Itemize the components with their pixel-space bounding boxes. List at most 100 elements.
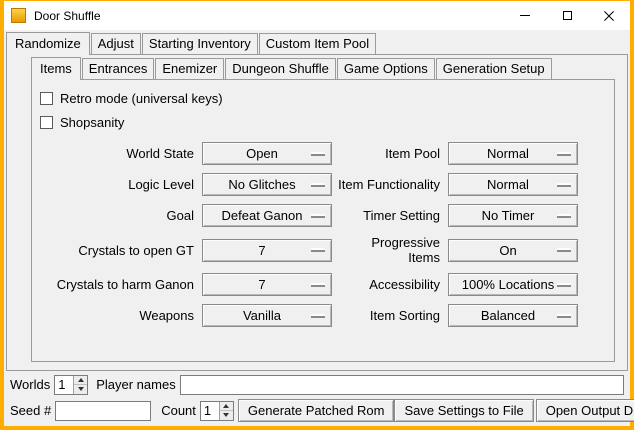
- tab-items[interactable]: Items: [31, 57, 81, 80]
- accessibility-label: Accessibility: [338, 277, 448, 292]
- optionmenu-indicator-icon: [311, 152, 325, 156]
- crystals-to-open-gt-dropdown[interactable]: 7: [202, 239, 332, 262]
- close-button[interactable]: [588, 1, 630, 30]
- window-content: Randomize Adjust Starting Inventory Cust…: [4, 30, 630, 426]
- weapons-value: Vanilla: [243, 308, 291, 323]
- minimize-button[interactable]: [504, 1, 546, 30]
- optionmenu-indicator-icon: [311, 214, 325, 218]
- timer-setting-dropdown[interactable]: No Timer: [448, 204, 578, 227]
- spin-up-button[interactable]: [220, 402, 233, 412]
- open-output-directory-button[interactable]: Open Output Directory: [536, 399, 634, 422]
- tab-custom-item-pool[interactable]: Custom Item Pool: [259, 33, 376, 54]
- progressive-items-dropdown[interactable]: On: [448, 239, 578, 262]
- crystals-to-open-gt-label: Crystals to open GT: [38, 243, 202, 258]
- seed-input[interactable]: [55, 401, 151, 421]
- close-icon: [603, 10, 615, 22]
- arrow-down-icon: [78, 387, 84, 391]
- goal-label: Goal: [38, 208, 202, 223]
- item-pool-dropdown[interactable]: Normal: [448, 142, 578, 165]
- optionmenu-indicator-icon: [557, 283, 571, 287]
- worlds-input[interactable]: [55, 376, 73, 394]
- optionmenu-indicator-icon: [557, 183, 571, 187]
- world-state-value: Open: [246, 146, 288, 161]
- item-pool-value: Normal: [487, 146, 539, 161]
- shopsanity-label: Shopsanity: [60, 115, 124, 130]
- shopsanity-checkbox-box[interactable]: [40, 116, 53, 129]
- field-row: Crystals to open GT 7 Progressive Items …: [38, 235, 608, 265]
- window: Door Shuffle Randomize Adjust Starting I…: [0, 0, 634, 430]
- bottom-bar: Worlds Player names Seed # Count: [4, 371, 630, 426]
- item-sorting-dropdown[interactable]: Balanced: [448, 304, 578, 327]
- retro-mode-checkbox-box[interactable]: [40, 92, 53, 105]
- worlds-label: Worlds: [10, 377, 50, 392]
- field-row: Weapons Vanilla Item Sorting Balanced: [38, 304, 608, 327]
- field-row: Logic Level No Glitches Item Functionali…: [38, 173, 608, 196]
- worlds-spinbox[interactable]: [54, 375, 88, 395]
- window-controls: [504, 1, 630, 30]
- generate-patched-rom-button[interactable]: Generate Patched Rom: [238, 399, 395, 422]
- tab-enemizer[interactable]: Enemizer: [155, 58, 224, 79]
- timer-setting-value: No Timer: [482, 208, 545, 223]
- save-settings-button[interactable]: Save Settings to File: [394, 399, 533, 422]
- optionmenu-indicator-icon: [557, 248, 571, 252]
- spin-down-button[interactable]: [220, 411, 233, 420]
- item-pool-label: Item Pool: [338, 146, 448, 161]
- maximize-icon: [563, 11, 572, 20]
- multiworld-row: Worlds Player names: [10, 373, 624, 396]
- maximize-button[interactable]: [546, 1, 588, 30]
- timer-setting-label: Timer Setting: [338, 208, 448, 223]
- world-state-dropdown[interactable]: Open: [202, 142, 332, 165]
- titlebar: Door Shuffle: [4, 1, 630, 30]
- item-functionality-label: Item Functionality: [338, 177, 448, 192]
- items-panel: Retro mode (universal keys) Shopsanity W…: [31, 79, 615, 362]
- weapons-label: Weapons: [38, 308, 202, 323]
- field-row: Crystals to harm Ganon 7 Accessibility 1…: [38, 273, 608, 296]
- window-title: Door Shuffle: [34, 9, 101, 23]
- tab-entrances[interactable]: Entrances: [82, 58, 155, 79]
- spin-up-button[interactable]: [74, 376, 87, 386]
- world-state-label: World State: [38, 146, 202, 161]
- tab-dungeon-shuffle[interactable]: Dungeon Shuffle: [225, 58, 336, 79]
- crystals-to-harm-ganon-label: Crystals to harm Ganon: [38, 277, 202, 292]
- goal-dropdown[interactable]: Defeat Ganon: [202, 204, 332, 227]
- count-label: Count: [161, 403, 196, 418]
- optionmenu-indicator-icon: [557, 314, 571, 318]
- count-spinbox[interactable]: [200, 401, 234, 421]
- item-functionality-dropdown[interactable]: Normal: [448, 173, 578, 196]
- tab-game-options[interactable]: Game Options: [337, 58, 435, 79]
- logic-level-value: No Glitches: [228, 177, 305, 192]
- field-grid: World State Open Item Pool Normal Logic …: [38, 142, 608, 327]
- app-icon: [11, 8, 26, 23]
- main-tab-bar: Randomize Adjust Starting Inventory Cust…: [4, 30, 630, 54]
- seed-label: Seed #: [10, 403, 51, 418]
- sub-tab-bar: Items Entrances Enemizer Dungeon Shuffle…: [7, 55, 627, 79]
- retro-mode-label: Retro mode (universal keys): [60, 91, 223, 106]
- arrow-up-icon: [223, 404, 229, 408]
- optionmenu-indicator-icon: [311, 314, 325, 318]
- tab-randomize[interactable]: Randomize: [6, 32, 90, 55]
- count-input[interactable]: [201, 402, 219, 420]
- checkbox-shopsanity[interactable]: Shopsanity: [40, 112, 608, 132]
- tab-generation-setup[interactable]: Generation Setup: [436, 58, 552, 79]
- tab-starting-inventory[interactable]: Starting Inventory: [142, 33, 258, 54]
- goal-value: Defeat Ganon: [222, 208, 313, 223]
- generate-row: Seed # Count Generate Patched Rom Save S…: [10, 399, 624, 422]
- progressive-items-value: On: [499, 243, 526, 258]
- item-sorting-value: Balanced: [481, 308, 545, 323]
- player-names-label: Player names: [96, 377, 175, 392]
- spin-down-button[interactable]: [74, 385, 87, 394]
- optionmenu-indicator-icon: [311, 248, 325, 252]
- accessibility-dropdown[interactable]: 100% Locations: [448, 273, 578, 296]
- crystals-to-harm-ganon-dropdown[interactable]: 7: [202, 273, 332, 296]
- tab-adjust[interactable]: Adjust: [91, 33, 141, 54]
- worlds-spin-buttons: [73, 376, 87, 394]
- player-names-input[interactable]: [180, 375, 624, 395]
- logic-level-dropdown[interactable]: No Glitches: [202, 173, 332, 196]
- weapons-dropdown[interactable]: Vanilla: [202, 304, 332, 327]
- minimize-icon: [520, 15, 530, 16]
- arrow-down-icon: [223, 413, 229, 417]
- checkbox-retro-mode[interactable]: Retro mode (universal keys): [40, 88, 608, 108]
- progressive-items-label: Progressive Items: [338, 235, 448, 265]
- randomize-panel: Items Entrances Enemizer Dungeon Shuffle…: [6, 54, 628, 371]
- field-row: Goal Defeat Ganon Timer Setting No Timer: [38, 204, 608, 227]
